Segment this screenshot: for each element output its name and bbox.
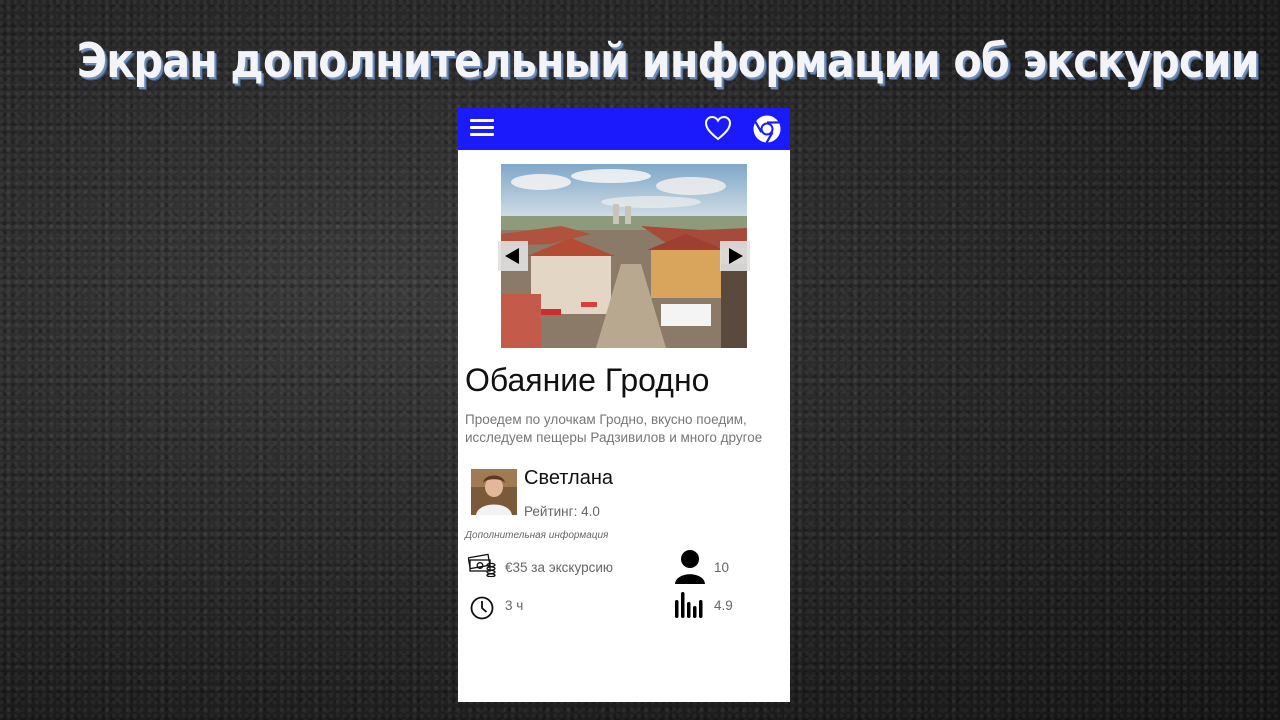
person-icon [675, 550, 705, 584]
guide-rating: Рейтинг: 4.0 [524, 504, 600, 519]
app-bar [458, 108, 790, 150]
tour-photo [501, 164, 747, 348]
arrow-left-icon [505, 248, 519, 264]
duration-text: 3 ч [505, 598, 524, 613]
arrow-right-icon [729, 248, 743, 264]
heart-icon[interactable] [704, 115, 732, 141]
rating-chart-icon [675, 592, 703, 618]
score-text: 4.9 [714, 598, 733, 613]
additional-info-label: Дополнительная информация [465, 530, 609, 541]
guide-avatar[interactable] [471, 469, 517, 515]
price-text: €35 за экскурсию [505, 560, 613, 575]
phone-screen: Обаяние Гродно Проедем по улочкам Гродно… [458, 108, 790, 702]
clock-icon [470, 596, 494, 620]
slide-title: Экран дополнительный информации об экску… [76, 34, 1260, 89]
tour-title: Обаяние Гродно [465, 362, 710, 398]
gallery-next-button[interactable] [720, 241, 750, 271]
group-size-text: 10 [714, 560, 730, 575]
menu-icon[interactable] [470, 118, 496, 138]
gallery-prev-button[interactable] [498, 241, 528, 271]
chrome-icon[interactable] [752, 114, 782, 144]
guide-name[interactable]: Светлана [524, 467, 613, 490]
money-icon [468, 553, 496, 577]
tour-description: Проедем по улочкам Гродно, вкусно поедим… [465, 412, 763, 445]
